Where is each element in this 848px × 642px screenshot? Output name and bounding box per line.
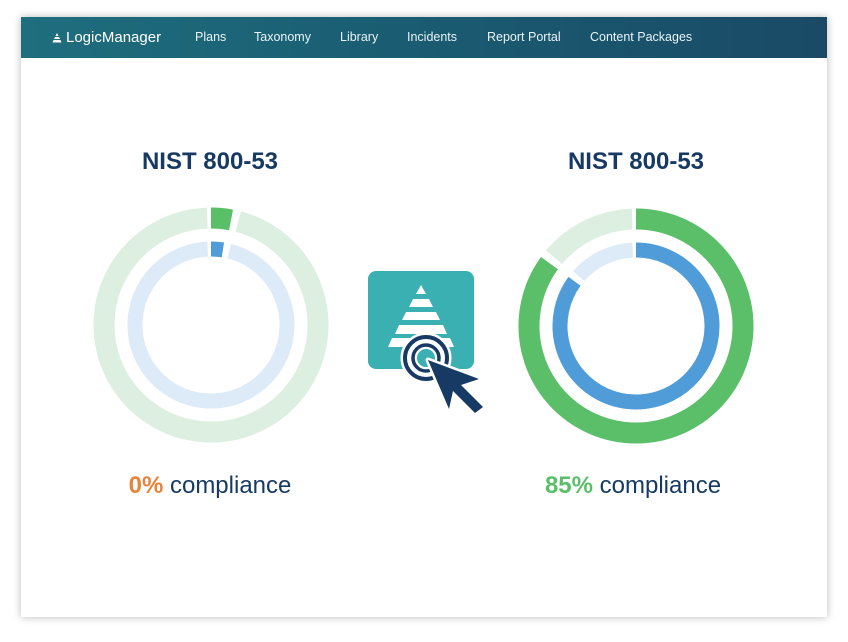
left-compliance-donut xyxy=(93,207,329,443)
nav-item-content-packages[interactable]: Content Packages xyxy=(590,17,692,58)
app-window: LogicManager Plans Taxonomy Library Inci… xyxy=(21,17,827,617)
right-compliance-label: compliance xyxy=(599,472,722,499)
nav-item-library[interactable]: Library xyxy=(340,17,378,58)
brand-name: LogicManager xyxy=(66,29,162,46)
left-compliance-label: compliance xyxy=(169,472,292,499)
nav-item-taxonomy[interactable]: Taxonomy xyxy=(254,17,311,58)
pyramid-logo-icon xyxy=(52,32,62,42)
top-navbar: LogicManager Plans Taxonomy Library Inci… xyxy=(21,17,827,58)
click-cursor-icon xyxy=(400,332,486,416)
left-panel-title: NIST 800-53 xyxy=(141,148,279,175)
right-inner-track xyxy=(572,242,634,282)
brand-logo[interactable]: LogicManager xyxy=(51,17,161,58)
nav-item-plans[interactable]: Plans xyxy=(195,17,226,58)
nav-item-report-portal[interactable]: Report Portal xyxy=(487,17,561,58)
left-outer-progress xyxy=(210,207,234,231)
left-inner-progress xyxy=(210,241,225,258)
left-compliance-text: 0% compliance xyxy=(40,472,380,500)
right-compliance-text: 85% compliance xyxy=(463,472,803,500)
left-compliance-percent: 0% xyxy=(128,472,164,499)
nav-item-incidents[interactable]: Incidents xyxy=(407,17,457,58)
right-compliance-donut xyxy=(518,208,754,444)
right-compliance-percent: 85% xyxy=(544,472,593,499)
left-inner-track xyxy=(127,241,295,409)
right-panel-title: NIST 800-53 xyxy=(567,148,705,175)
